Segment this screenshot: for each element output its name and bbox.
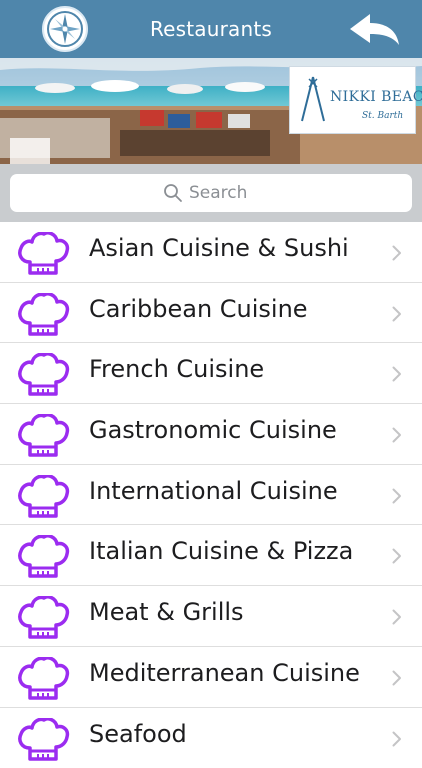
chevron-right-icon bbox=[392, 548, 402, 564]
chef-hat-icon bbox=[16, 718, 70, 762]
category-label: International Cuisine bbox=[89, 477, 338, 505]
category-row-gastronomic-cuisine[interactable]: Gastronomic Cuisine bbox=[0, 404, 422, 465]
chevron-right-icon bbox=[392, 245, 402, 261]
chef-hat-icon bbox=[16, 657, 70, 701]
chevron-right-icon bbox=[392, 609, 402, 625]
search-field[interactable] bbox=[10, 174, 412, 212]
category-label: Asian Cuisine & Sushi bbox=[89, 234, 349, 262]
nikki-beach-logo: NIKKI BEACH St. Barth bbox=[289, 66, 416, 134]
category-row-french-cuisine[interactable]: French Cuisine bbox=[0, 343, 422, 404]
chevron-right-icon bbox=[392, 731, 402, 747]
chef-hat-icon bbox=[16, 293, 70, 337]
category-label: French Cuisine bbox=[89, 355, 264, 383]
category-row-caribbean-cuisine[interactable]: Caribbean Cuisine bbox=[0, 283, 422, 344]
chef-hat-icon bbox=[16, 535, 70, 579]
tipi-logo-icon bbox=[298, 75, 328, 125]
chef-hat-icon bbox=[16, 475, 70, 519]
category-row-mediterranean-cuisine[interactable]: Mediterranean Cuisine bbox=[0, 647, 422, 708]
nav-bar: Restaurants bbox=[0, 0, 422, 58]
logo-location: St. Barth bbox=[362, 111, 403, 121]
category-row-international-cuisine[interactable]: International Cuisine bbox=[0, 465, 422, 526]
category-label: Italian Cuisine & Pizza bbox=[89, 537, 353, 565]
category-row-seafood[interactable]: Seafood bbox=[0, 708, 422, 768]
chevron-right-icon bbox=[392, 306, 402, 322]
category-row-meat-grills[interactable]: Meat & Grills bbox=[0, 586, 422, 647]
hero-banner: NIKKI BEACH St. Barth bbox=[0, 58, 422, 164]
chef-hat-icon bbox=[16, 232, 70, 276]
search-bar bbox=[0, 164, 422, 222]
category-row-italian-cuisine-pizza[interactable]: Italian Cuisine & Pizza bbox=[0, 525, 422, 586]
chef-hat-icon bbox=[16, 353, 70, 397]
chef-hat-icon bbox=[16, 596, 70, 640]
category-label: Gastronomic Cuisine bbox=[89, 416, 337, 444]
category-label: Caribbean Cuisine bbox=[89, 295, 308, 323]
category-list: Asian Cuisine & Sushi Caribbean Cuisine … bbox=[0, 222, 422, 768]
category-row-asian-cuisine-sushi[interactable]: Asian Cuisine & Sushi bbox=[0, 222, 422, 283]
chevron-right-icon bbox=[392, 427, 402, 443]
category-label: Seafood bbox=[89, 720, 187, 748]
chef-hat-icon bbox=[16, 414, 70, 458]
chevron-right-icon bbox=[392, 366, 402, 382]
category-label: Mediterranean Cuisine bbox=[89, 659, 360, 687]
chevron-right-icon bbox=[392, 670, 402, 686]
category-label: Meat & Grills bbox=[89, 598, 244, 626]
back-arrow-icon[interactable] bbox=[348, 12, 400, 46]
search-input[interactable] bbox=[189, 183, 259, 203]
chevron-right-icon bbox=[392, 488, 402, 504]
search-icon bbox=[163, 183, 183, 203]
logo-name: NIKKI BEACH bbox=[330, 89, 422, 105]
